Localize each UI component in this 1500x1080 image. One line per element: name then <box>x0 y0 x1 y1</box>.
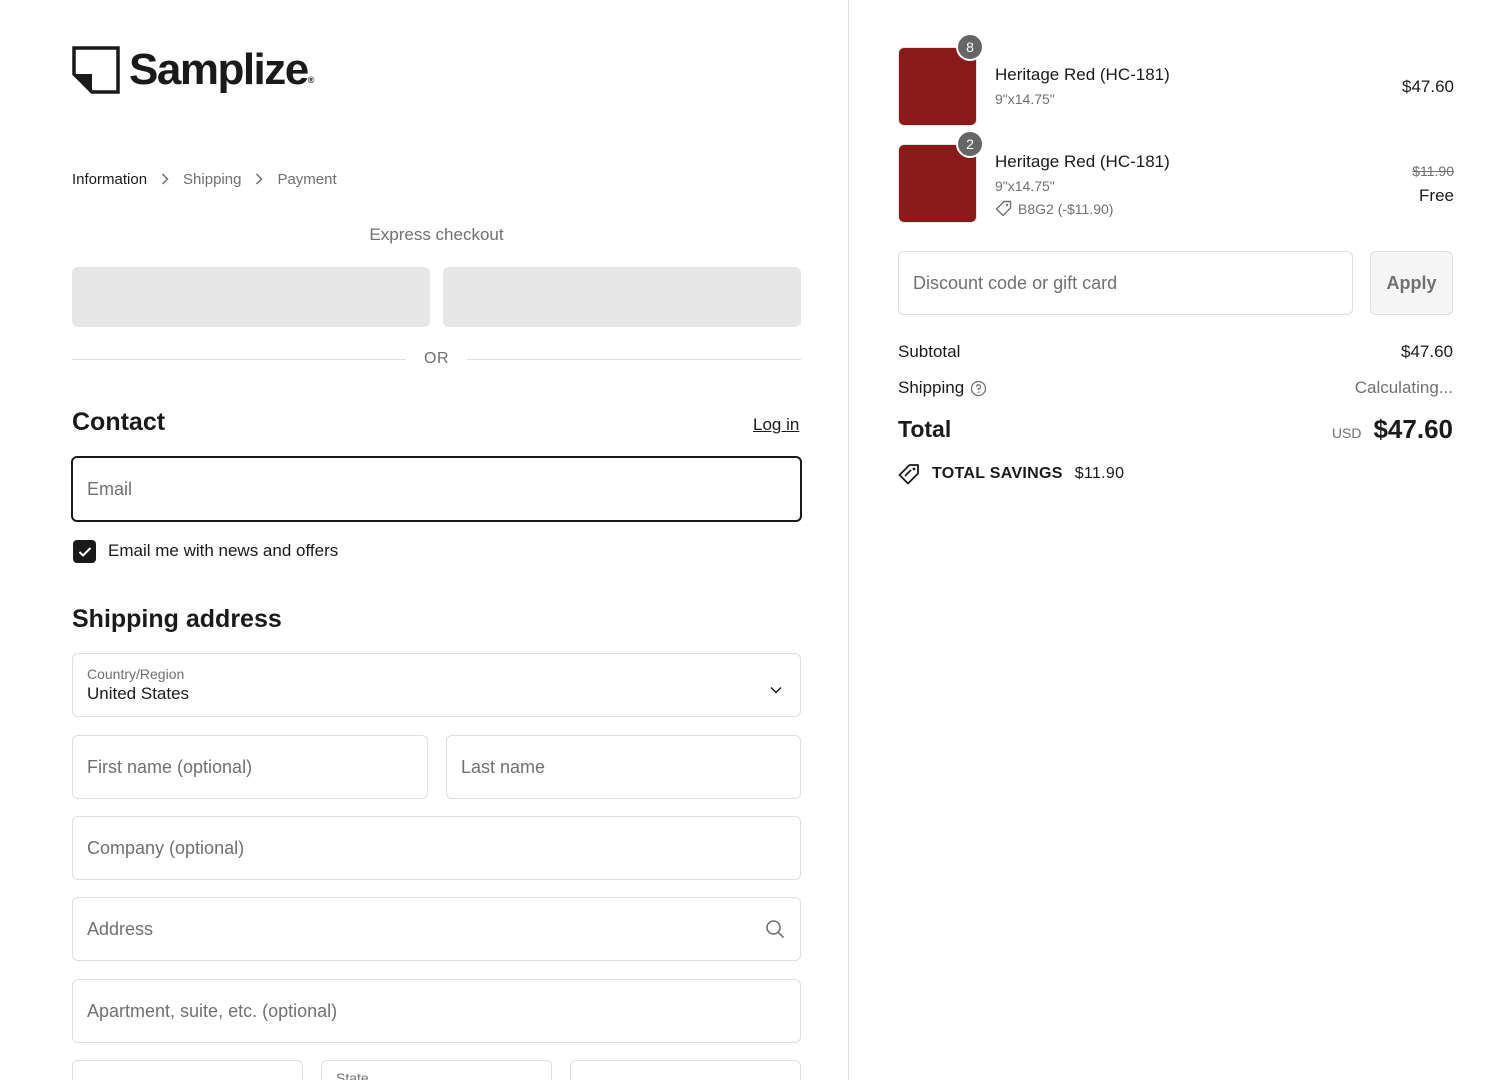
newsletter-checkbox[interactable] <box>73 540 96 563</box>
quantity-badge: 8 <box>956 33 984 61</box>
product-variant: 9"x14.75" <box>995 178 1055 194</box>
original-price: $11.90 <box>1412 163 1454 179</box>
express-checkout-button-2[interactable] <box>443 267 801 327</box>
or-text: OR <box>424 350 449 367</box>
zip-field[interactable] <box>570 1060 801 1080</box>
express-checkout-label: Express checkout <box>369 225 504 244</box>
total-value-group: USD $47.60 <box>1332 414 1453 445</box>
total-savings: TOTAL SAVINGS $11.90 <box>898 463 1124 485</box>
apply-discount-button[interactable]: Apply <box>1370 251 1453 315</box>
brand-name: Samplize® <box>129 45 315 94</box>
country-label: Country/Region <box>87 666 185 682</box>
or-divider: OR <box>72 350 801 368</box>
product-price: Free <box>1419 186 1454 205</box>
divider-line <box>72 358 406 360</box>
discount-code-input[interactable] <box>898 251 1353 315</box>
address-field[interactable]: Address <box>72 897 801 961</box>
shipping-value: Calculating... <box>1354 378 1453 397</box>
last-name-field[interactable]: Last name <box>446 735 801 799</box>
currency-code: USD <box>1331 425 1362 441</box>
savings-amount: $11.90 <box>1074 465 1125 482</box>
first-name-field[interactable]: First name (optional) <box>72 735 428 799</box>
breadcrumb: Information Shipping Payment <box>72 169 337 189</box>
product-name: Heritage Red (HC-181) <box>995 152 1170 171</box>
discount-code: B8G2 (-$11.90) <box>1018 200 1114 217</box>
cart-item: 8 Heritage Red (HC-181) 9"x14.75" $47.60 <box>898 33 1454 127</box>
apartment-field[interactable]: Apartment, suite, etc. (optional) <box>72 979 801 1043</box>
search-icon <box>765 919 785 944</box>
help-icon[interactable] <box>970 380 987 397</box>
address-placeholder: Address <box>87 918 154 939</box>
city-field[interactable] <box>72 1060 303 1080</box>
chevron-right-icon <box>255 173 263 185</box>
checkout-main: Samplize® Information Shipping Payment E… <box>0 0 849 1080</box>
cart-item: 2 Heritage Red (HC-181) 9"x14.75" B8G2 (… <box>898 130 1454 224</box>
chevron-right-icon <box>161 173 169 185</box>
discount-tag: B8G2 (-$11.90) <box>995 200 1113 217</box>
chevron-down-icon <box>770 678 782 699</box>
order-summary: 8 Heritage Red (HC-181) 9"x14.75" $47.60… <box>850 0 1500 1080</box>
first-name-placeholder: First name (optional) <box>87 756 253 777</box>
newsletter-label: Email me with news and offers <box>108 541 339 560</box>
total-label: Total <box>898 416 952 442</box>
shipping-label-group: Shipping <box>898 378 987 398</box>
checkmark-icon <box>78 546 91 557</box>
product-variant: 9"x14.75" <box>995 91 1055 107</box>
breadcrumb-information[interactable]: Information <box>72 171 147 188</box>
total-row: Total USD $47.60 <box>898 414 1453 445</box>
state-label: State <box>336 1070 369 1080</box>
quantity-badge: 2 <box>956 130 984 158</box>
product-price: $47.60 <box>1402 77 1454 96</box>
apartment-placeholder: Apartment, suite, etc. (optional) <box>87 1000 338 1021</box>
subtotal-value: $47.60 <box>1401 342 1453 361</box>
country-select[interactable]: Country/Region United States <box>72 653 801 717</box>
shipping-address-heading: Shipping address <box>72 605 282 633</box>
savings-tag-icon <box>898 464 919 485</box>
subtotal-row: Subtotal $47.60 <box>898 342 1453 362</box>
company-field[interactable]: Company (optional) <box>72 816 801 880</box>
state-select[interactable]: State <box>321 1060 552 1080</box>
login-link[interactable]: Log in <box>753 415 799 435</box>
email-field[interactable] <box>71 456 802 522</box>
shipping-label: Shipping <box>898 378 965 397</box>
breadcrumb-shipping: Shipping <box>183 170 242 188</box>
logo-mark-icon <box>72 46 120 94</box>
contact-heading: Contact <box>72 408 166 436</box>
divider-line <box>467 358 801 360</box>
last-name-placeholder: Last name <box>461 756 546 777</box>
brand-logo[interactable]: Samplize® <box>72 46 314 94</box>
express-checkout-button-1[interactable] <box>72 267 430 327</box>
savings-label: TOTAL SAVINGS <box>932 465 1063 482</box>
shipping-row: Shipping Calculating... <box>898 378 1453 398</box>
subtotal-label: Subtotal <box>898 342 961 361</box>
breadcrumb-payment: Payment <box>277 170 337 188</box>
company-placeholder: Company (optional) <box>87 837 245 858</box>
product-name: Heritage Red (HC-181) <box>995 65 1170 84</box>
country-value: United States <box>87 684 190 703</box>
tag-icon <box>995 200 1012 217</box>
total-amount: $47.60 <box>1373 414 1453 444</box>
